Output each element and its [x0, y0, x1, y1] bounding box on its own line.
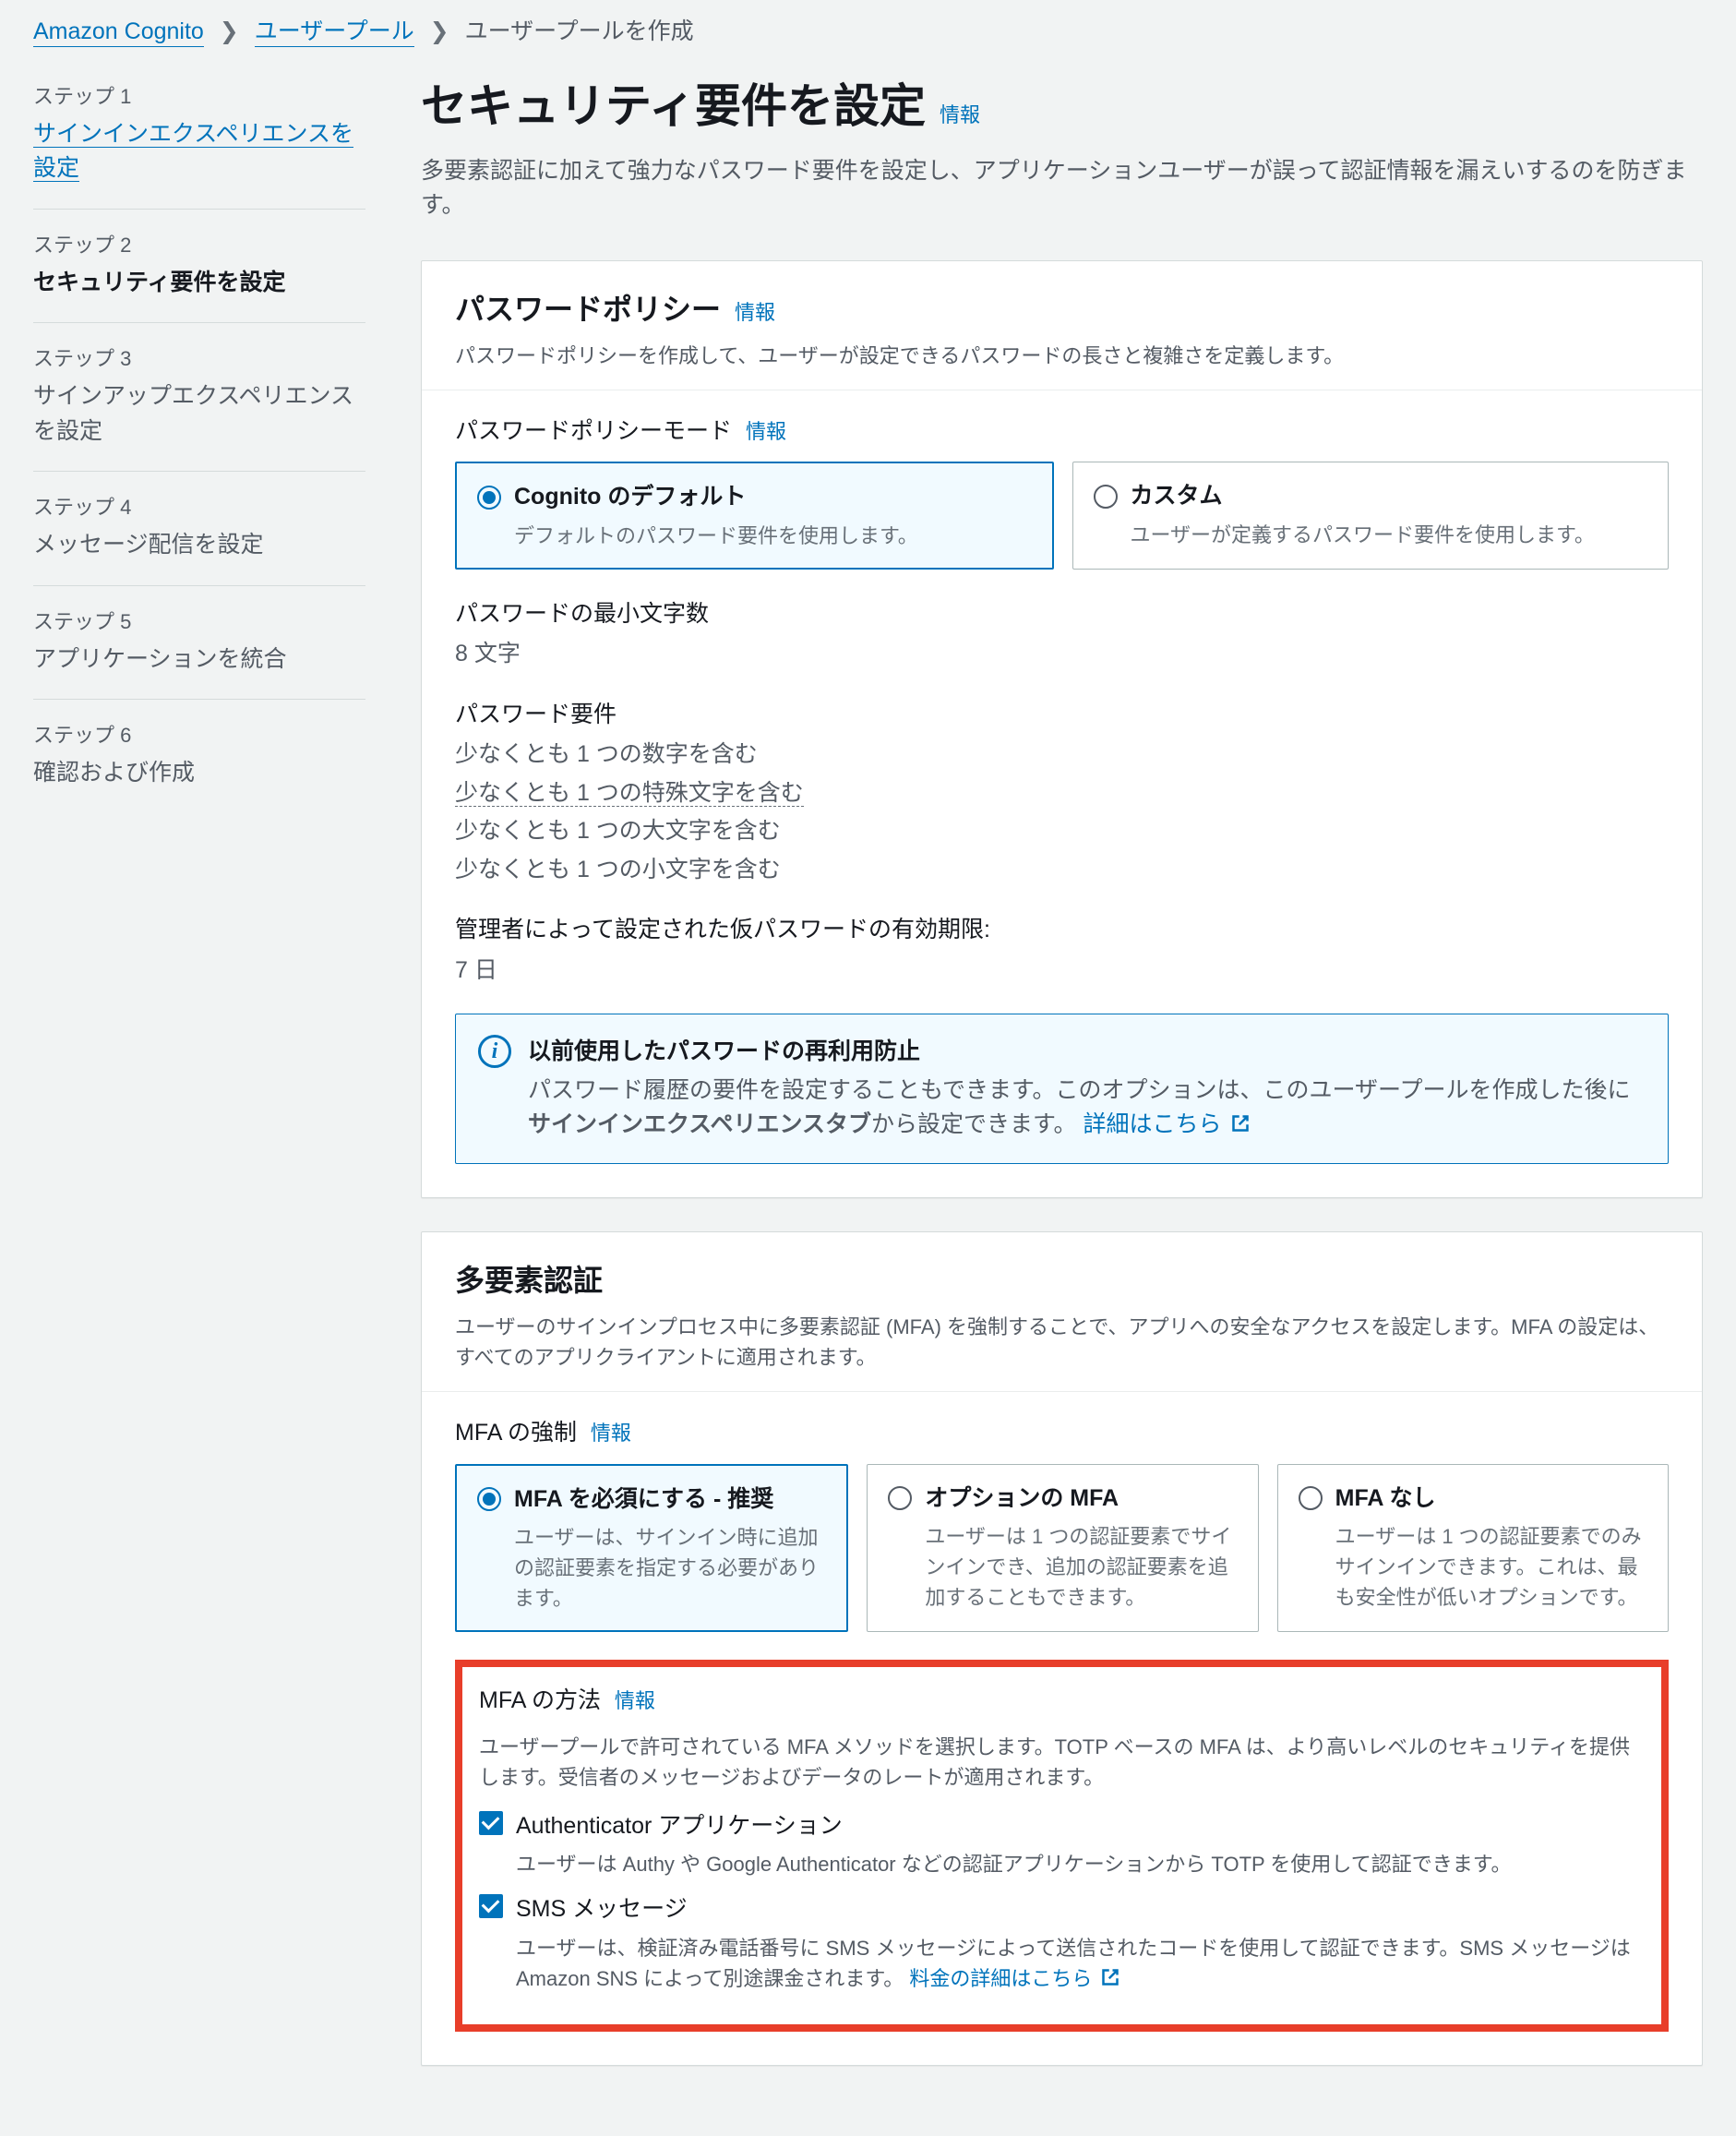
wizard-sidebar: ステップ 1 サインインエクスペリエンスを設定 ステップ 2 セキュリティ要件を…	[33, 72, 365, 2100]
infobox-text: パスワード履歴の要件を設定することもできます。このオプションは、このユーザープー…	[528, 1074, 1646, 1144]
radio-icon	[1299, 1486, 1323, 1510]
step-2: ステップ 2 セキュリティ要件を設定	[33, 221, 365, 324]
mfa-desc: ユーザーのサインインプロセス中に多要素認証 (MFA) を強制することで、アプリ…	[455, 1312, 1669, 1373]
password-policy-card: パスワードポリシー 情報 パスワードポリシーを作成して、ユーザーが設定できるパス…	[421, 260, 1703, 1199]
chevron-right-icon: ❯	[220, 18, 239, 44]
policy-mode-label: パスワードポリシーモード	[455, 418, 732, 444]
external-link-icon	[1231, 1109, 1250, 1144]
password-requirements-list: 少なくとも 1 つの数字を含む 少なくとも 1 つの特殊文字を含む 少なくとも …	[455, 738, 1669, 887]
mfa-enforce-label: MFA の強制	[455, 1420, 577, 1446]
breadcrumb-userpool[interactable]: ユーザープール	[255, 18, 414, 47]
password-policy-info-link[interactable]: 情報	[735, 301, 775, 324]
mfa-card: 多要素認証 ユーザーのサインインプロセス中に多要素認証 (MFA) を強制するこ…	[421, 1231, 1703, 2066]
password-policy-title: パスワードポリシー	[455, 293, 721, 326]
req-upper: 少なくとも 1 つの大文字を含む	[455, 814, 1669, 849]
req-special: 少なくとも 1 つの特殊文字を含む	[455, 776, 1669, 811]
mfa-authenticator-desc: ユーザーは Authy や Google Authenticator などの認証…	[516, 1849, 1645, 1879]
step-4[interactable]: ステップ 4 メッセージ配信を設定	[33, 483, 365, 586]
password-reuse-infobox: i 以前使用したパスワードの再利用防止 パスワード履歴の要件を設定することもでき…	[455, 1014, 1669, 1164]
breadcrumb-cognito[interactable]: Amazon Cognito	[33, 18, 204, 47]
password-policy-desc: パスワードポリシーを作成して、ユーザーが設定できるパスワードの長さと複雑さを定義…	[455, 341, 1669, 371]
chevron-right-icon: ❯	[430, 18, 449, 44]
radio-icon	[477, 486, 501, 510]
mfa-enforce-info-link[interactable]: 情報	[591, 1422, 631, 1445]
radio-icon	[1094, 485, 1118, 509]
policy-mode-custom[interactable]: カスタム ユーザーが定義するパスワード要件を使用します。	[1072, 462, 1670, 570]
radio-icon	[477, 1487, 501, 1511]
mfa-methods-label: MFA の方法	[479, 1687, 601, 1713]
mfa-authenticator-checkbox[interactable]: Authenticator アプリケーション	[479, 1809, 1645, 1844]
mfa-required-option[interactable]: MFA を必須にする - 推奨 ユーザーは、サインイン時に追加の認証要素を指定す…	[455, 1464, 848, 1633]
min-length-value: 8 文字	[455, 637, 1669, 672]
mfa-sms-desc: ユーザーは、検証済み電話番号に SMS メッセージによって送信されたコードを使用…	[516, 1933, 1645, 1996]
infobox-learn-more-link[interactable]: 詳細はこちら	[1083, 1111, 1250, 1137]
req-number: 少なくとも 1 つの数字を含む	[455, 738, 1669, 773]
mfa-sms-checkbox[interactable]: SMS メッセージ	[479, 1892, 1645, 1927]
policy-mode-default[interactable]: Cognito のデフォルト デフォルトのパスワード要件を使用します。	[455, 462, 1054, 570]
password-requirements-label: パスワード要件	[455, 698, 1669, 733]
mfa-methods-info-link[interactable]: 情報	[615, 1689, 655, 1712]
temp-password-value: 7 日	[455, 954, 1669, 989]
page-info-link[interactable]: 情報	[940, 103, 980, 126]
checkbox-icon	[479, 1811, 503, 1835]
step-6[interactable]: ステップ 6 確認および作成	[33, 711, 365, 813]
step-1-link[interactable]: サインインエクスペリエンスを設定	[33, 121, 353, 183]
checkbox-icon	[479, 1894, 503, 1918]
mfa-none-option[interactable]: MFA なし ユーザーは 1 つの認証要素でのみサインインできます。これは、最も…	[1277, 1464, 1669, 1633]
sms-pricing-link[interactable]: 料金の詳細はこちら	[909, 1967, 1119, 1990]
min-length-label: パスワードの最小文字数	[455, 597, 1669, 632]
step-1[interactable]: ステップ 1 サインインエクスペリエンスを設定	[33, 72, 365, 210]
step-3[interactable]: ステップ 3 サインアップエクスペリエンスを設定	[33, 334, 365, 472]
infobox-title: 以前使用したパスワードの再利用防止	[528, 1035, 1646, 1070]
temp-password-label: 管理者によって設定された仮パスワードの有効期限:	[455, 913, 1669, 948]
policy-mode-info-link[interactable]: 情報	[746, 420, 786, 443]
req-lower: 少なくとも 1 つの小文字を含む	[455, 853, 1669, 888]
step-5[interactable]: ステップ 5 アプリケーションを統合	[33, 597, 365, 701]
page-description: 多要素認証に加えて強力なパスワード要件を設定し、アプリケーションユーザーが誤って…	[421, 154, 1703, 223]
external-link-icon	[1101, 1964, 1119, 1995]
mfa-optional-option[interactable]: オプションの MFA ユーザーは 1 つの認証要素でサインインでき、追加の認証要…	[867, 1464, 1258, 1633]
radio-icon	[888, 1486, 912, 1510]
breadcrumb: Amazon Cognito ❯ ユーザープール ❯ ユーザープールを作成	[33, 0, 1703, 72]
breadcrumb-current: ユーザープールを作成	[465, 18, 694, 44]
info-icon: i	[478, 1035, 511, 1068]
mfa-methods-desc: ユーザープールで許可されている MFA メソッドを選択します。TOTP ベースの…	[479, 1732, 1645, 1793]
mfa-title: 多要素認証	[455, 1264, 603, 1297]
page-title: セキュリティ要件を設定	[421, 80, 926, 132]
